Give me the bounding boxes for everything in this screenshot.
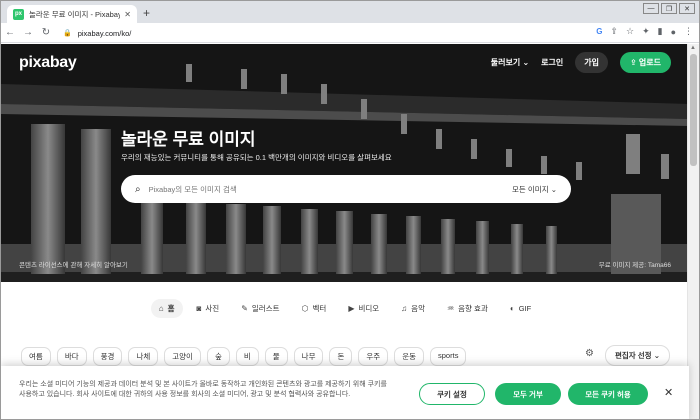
scroll-thumb[interactable] (690, 54, 697, 166)
browser-toolbar: ← → ↻ 🔒 pixabay.com/ko/ G ⇪ ☆ ✦ ▮ ● ⋮ (1, 23, 699, 43)
tag-chip[interactable]: 나체 (128, 347, 159, 366)
category-label: 음악 (411, 304, 425, 313)
category-icon: ⌂ (158, 304, 164, 313)
category-icon: ♒ (446, 304, 455, 313)
reload-icon[interactable]: ↻ (37, 27, 55, 38)
chevron-down-icon: ⌄ (550, 184, 557, 194)
category-label: 음향 효과 (458, 304, 488, 313)
toolbar-actions: G ⇪ ☆ ✦ ▮ ● ⋮ (596, 26, 693, 37)
lock-icon: 🔒 (63, 30, 72, 37)
join-button[interactable]: 가입 (575, 52, 608, 73)
url-text: pixabay.com/ko/ (77, 28, 132, 38)
category-label: 일러스트 (251, 304, 280, 313)
hero-subtitle: 우리의 재능있는 커뮤니티를 통해 공유되는 0.1 백만개의 이미지와 비디오… (121, 153, 392, 162)
tab-category-2[interactable]: ✎ 일러스트 (233, 299, 287, 318)
tag-list: 여름 바다 풍경 나체 고양이 숲 비 물 나무 돈 우주 운동 sports (21, 347, 467, 366)
pixabay-favicon-icon: px (13, 8, 24, 20)
tag-chip[interactable]: 숲 (206, 347, 230, 366)
login-link[interactable]: 로그인 (541, 57, 563, 68)
close-icon[interactable]: ✕ (664, 386, 673, 399)
explore-menu[interactable]: 둘러보기 ⌄ (491, 57, 529, 68)
tag-chip[interactable]: sports (430, 347, 467, 366)
upload-icon: ⇪ (629, 58, 637, 67)
hero-title: 놀라운 무료 이미지 (121, 130, 256, 149)
editor-pick-dropdown[interactable]: 편집자 선정 ⌄ (605, 345, 670, 366)
tab-category-5[interactable]: ♫ 음악 (393, 299, 433, 318)
category-label: 사진 (205, 304, 220, 313)
extensions-icon[interactable]: ✦ (642, 26, 650, 37)
top-nav: 둘러보기 ⌄ 로그인 가입 ⇪ 업로드 (491, 52, 671, 73)
chevron-down-icon: ⌄ (653, 351, 660, 360)
close-window-button[interactable]: ✕ (679, 3, 695, 14)
category-label: 벡터 (312, 304, 327, 313)
browser-window: px 놀라운 무료 이미지 - Pixabay - ✕ + — ❐ ✕ ← → … (0, 0, 700, 420)
gear-icon[interactable]: ⚙ (585, 348, 594, 359)
tag-chip[interactable]: 비 (235, 347, 259, 366)
tab-category-7[interactable]: ◐ GIF (502, 299, 539, 318)
window-controls: — ❐ ✕ (643, 3, 695, 14)
license-note[interactable]: 콘텐츠 라이선스에 관해 자세히 알아보기 (19, 259, 128, 269)
colonnade-background-image (1, 44, 689, 282)
tab-category-0[interactable]: ⌂ 홈 (150, 299, 183, 318)
reject-all-button[interactable]: 모두 거부 (495, 383, 561, 405)
minimize-button[interactable]: — (643, 3, 659, 14)
search-scope-dropdown[interactable]: 모든 이미지 ⌄ (512, 184, 557, 195)
new-tab-icon[interactable]: + (143, 6, 150, 20)
category-icon: ⬡ (301, 304, 309, 313)
tag-chip[interactable]: 바다 (56, 347, 87, 366)
tab-category-4[interactable]: ▶ 비디오 (340, 299, 387, 318)
chevron-down-icon: ⌄ (522, 58, 530, 67)
side-panel-icon[interactable]: ▮ (658, 26, 663, 37)
back-icon[interactable]: ← (1, 27, 19, 38)
search-bar[interactable]: ⌕ Pixabay의 모든 이미지 검색 모든 이미지 ⌄ (121, 175, 571, 203)
media-type-tabs: ⌂ 홈 ◙ 사진 ✎ 일러스트 ⬡ 벡터 ▶ 비디오 ♫ 음악 ♒ 음향 효과 ◐ GIF (1, 299, 689, 318)
tag-chip[interactable]: 나무 (293, 347, 324, 366)
tag-chip[interactable]: 여름 (21, 347, 51, 366)
category-icon: ◐ (509, 304, 515, 313)
profile-icon[interactable]: ● (671, 27, 676, 37)
close-tab-icon[interactable]: ✕ (124, 10, 131, 19)
search-icon: ⌕ (135, 183, 141, 195)
image-credit[interactable]: 무료 이미지 제공: Tama66 (599, 259, 671, 269)
address-bar[interactable]: 🔒 pixabay.com/ko/ (63, 26, 623, 40)
tag-chip[interactable]: 풍경 (92, 347, 123, 366)
category-icon: ♫ (401, 304, 408, 313)
upload-button[interactable]: ⇪ 업로드 (619, 52, 671, 73)
forward-icon[interactable]: → (19, 27, 37, 38)
tab-strip: px 놀라운 무료 이미지 - Pixabay - ✕ + — ❐ ✕ (1, 1, 699, 23)
menu-icon[interactable]: ⋮ (684, 26, 693, 37)
tag-chip[interactable]: 돈 (329, 347, 353, 366)
tab-category-3[interactable]: ⬡ 벡터 (294, 299, 335, 318)
share-icon[interactable]: ⇪ (610, 26, 618, 37)
browser-tab[interactable]: px 놀라운 무료 이미지 - Pixabay - ✕ (7, 5, 137, 23)
tag-chip[interactable]: 고양이 (164, 347, 201, 366)
hero-banner: pixabay 둘러보기 ⌄ 로그인 가입 ⇪ 업로드 놀라운 무료 이미지 우… (1, 44, 689, 282)
search-input[interactable]: Pixabay의 모든 이미지 검색 (149, 184, 512, 195)
cookie-banner: 우리는 소셜 미디어 기능의 제공과 데이터 분석 및 본 사이트가 올바로 동… (1, 366, 689, 419)
category-label: GIF (518, 304, 532, 313)
tab-title: 놀라운 무료 이미지 - Pixabay - (29, 9, 121, 19)
cookie-text: 우리는 소셜 미디어 기능의 제공과 데이터 분석 및 본 사이트가 올바로 동… (19, 381, 387, 398)
scrollbar[interactable]: ▲ (687, 44, 699, 419)
tag-chip[interactable]: 운동 (394, 347, 425, 366)
maximize-button[interactable]: ❐ (661, 3, 677, 14)
tab-category-1[interactable]: ◙ 사진 (189, 299, 228, 318)
pixabay-logo[interactable]: pixabay (19, 54, 77, 72)
google-icon[interactable]: G (596, 27, 602, 36)
cookie-settings-button[interactable]: 쿠키 설정 (419, 383, 485, 405)
star-icon[interactable]: ☆ (626, 26, 634, 37)
accept-all-cookies-button[interactable]: 모든 쿠키 허용 (568, 383, 648, 405)
category-icon: ◙ (196, 304, 202, 313)
category-label: 비디오 (358, 304, 380, 313)
tag-chip[interactable]: 우주 (358, 347, 389, 366)
category-icon: ▶ (348, 304, 355, 313)
category-icon: ✎ (241, 304, 248, 313)
tab-category-6[interactable]: ♒ 음향 효과 (439, 299, 496, 318)
scroll-up-icon[interactable]: ▲ (690, 45, 696, 51)
tag-chip[interactable]: 물 (264, 347, 288, 366)
category-label: 홈 (167, 304, 175, 313)
